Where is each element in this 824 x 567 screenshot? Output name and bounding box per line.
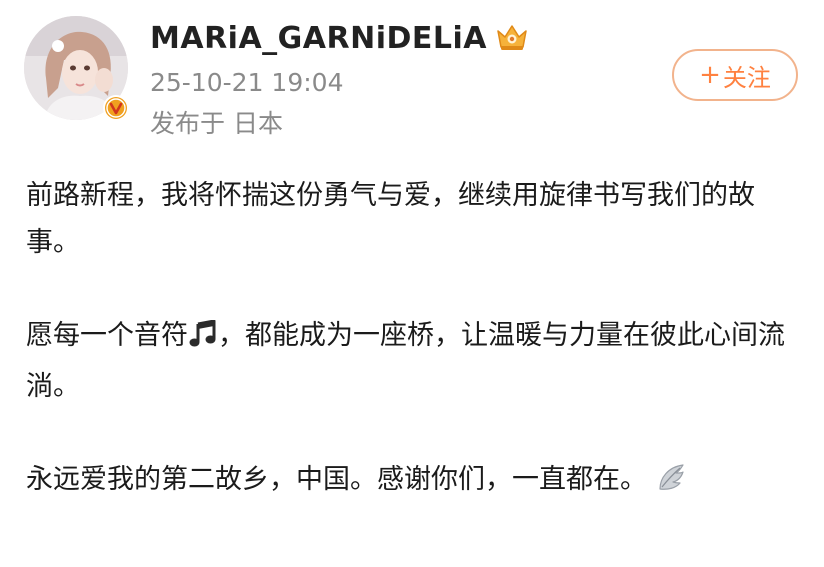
plus-icon: + (699, 60, 721, 90)
crown-badge-icon[interactable] (495, 23, 529, 53)
follow-button[interactable]: + 关注 (672, 49, 798, 101)
post-source: 发布于 日本 (150, 109, 283, 138)
wing-icon (656, 460, 686, 507)
verified-v-badge-icon (102, 94, 130, 122)
username[interactable]: MARiA_GARNiDELiA (150, 21, 487, 56)
post-paragraph-2: 愿每一个音符 ，都能成为一座桥，让温暖与力量在彼此心间流淌。 (26, 312, 806, 410)
post-timestamp: 25-10-21 19:04 (150, 68, 344, 97)
follow-button-label: 关注 (722, 63, 771, 92)
post-body: 前路新程，我将怀揣这份勇气与爱，继续用旋律书写我们的故事。 愿每一个音符 ，都能… (26, 172, 806, 553)
post-paragraph-3: 永远爱我的第二故乡，中国。感谢你们，一直都在。 (26, 456, 806, 507)
music-note-icon (188, 316, 218, 363)
post-paragraph-2-start: 愿每一个音符 (26, 320, 188, 351)
post-header: MARiA_GARNiDELiA 25-10-21 19:04 发布于 日本 +… (0, 0, 824, 150)
post-paragraph-1: 前路新程，我将怀揣这份勇气与爱，继续用旋律书写我们的故事。 (26, 180, 755, 258)
avatar[interactable] (24, 16, 130, 122)
username-row: MARiA_GARNiDELiA (150, 18, 529, 58)
post-paragraph-3-text: 永远爱我的第二故乡，中国。感谢你们，一直都在。 (26, 464, 647, 495)
